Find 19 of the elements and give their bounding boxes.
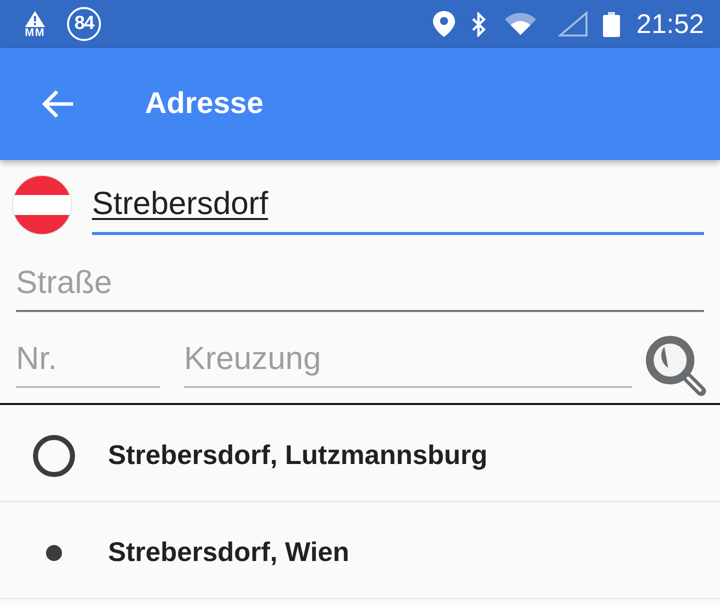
search-icon[interactable] [643, 333, 707, 397]
place-input[interactable]: Strebersdorf [92, 175, 704, 235]
back-arrow-icon[interactable] [40, 89, 74, 119]
warning-label: MM [24, 27, 46, 39]
result-label[interactable]: Strebersdorf, Wien [108, 537, 350, 568]
dot-icon [46, 544, 62, 560]
flag-icon[interactable] [12, 175, 72, 235]
signal-icon [558, 11, 588, 37]
notification-badge: 84 [67, 7, 101, 41]
street-input[interactable]: Straße [16, 255, 704, 312]
bluetooth-icon [470, 12, 488, 36]
battery-icon [603, 12, 620, 36]
screen-title: Adresse [145, 87, 264, 121]
clock-time: 21:52 [636, 9, 704, 39]
ring-icon [33, 434, 75, 476]
warning-icon [25, 11, 45, 27]
location-pin-icon [433, 11, 456, 37]
wifi-icon [503, 12, 538, 36]
result-label[interactable]: Strebersdorf, Lutzmannsburg [108, 440, 488, 471]
